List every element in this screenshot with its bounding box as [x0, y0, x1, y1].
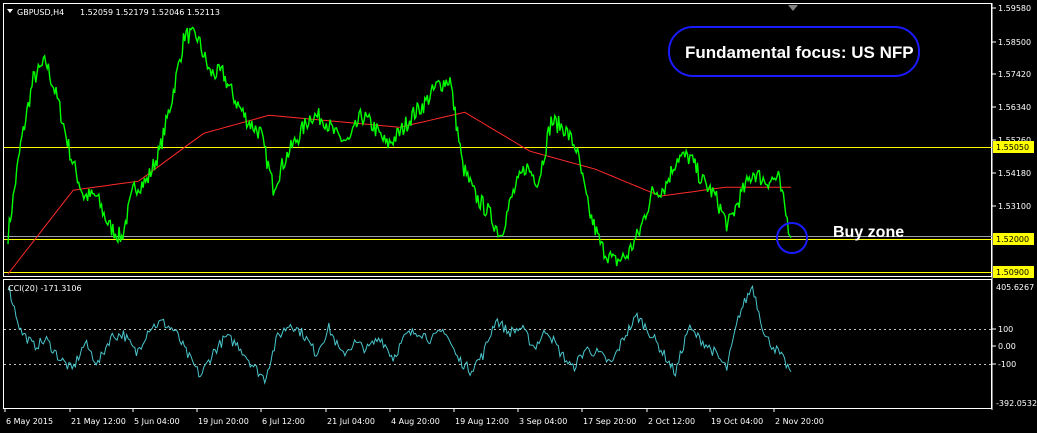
buy-zone-label: Buy zone: [833, 224, 904, 241]
time-label: 19 Aug 12:00: [455, 417, 509, 426]
svg-text:1.50900: 1.50900: [996, 268, 1029, 277]
menu-triangle-icon[interactable]: [7, 9, 13, 13]
svg-text:0.00: 0.00: [998, 342, 1016, 351]
cci-series-line[interactable]: [7, 284, 792, 385]
resistance-price-label: 1.55050: [993, 141, 1034, 153]
time-label: 2 Nov 20:00: [775, 417, 824, 426]
time-label: 19 Jun 20:00: [198, 417, 249, 426]
price-series-line[interactable]: [7, 26, 792, 267]
svg-text:1.57420: 1.57420: [998, 70, 1031, 79]
time-axis: 6 May 2015 21 May 12:00 5 Jun 04:00 19 Jun …: [4, 408, 824, 426]
price-axis: 1.59580 1.58500 1.57420 1.56340 1.55260 …: [992, 4, 1031, 211]
svg-text:1.56340: 1.56340: [998, 103, 1031, 112]
price-tick: 1.54180: [992, 169, 1031, 178]
time-label: 5 Jun 04:00: [134, 417, 180, 426]
svg-text:1.58500: 1.58500: [998, 38, 1031, 47]
shift-marker-icon[interactable]: [788, 5, 798, 11]
cci-tick: 405.6267: [996, 283, 1034, 292]
time-label: 2 Oct 12:00: [648, 417, 695, 426]
cci-tick: 0.00: [992, 342, 1016, 351]
time-label: 4 Aug 20:00: [391, 417, 440, 426]
svg-text:1.54180: 1.54180: [998, 169, 1031, 178]
time-label: 21 May 12:00: [71, 417, 126, 426]
svg-text:1.55050: 1.55050: [996, 143, 1029, 152]
chart-window[interactable]: GBPUSD,H4 1.52059 1.52179 1.52046 1.5211…: [0, 0, 1037, 433]
callout-title: Fundamental focus: US NFP: [685, 43, 914, 62]
price-tick: 1.53100: [992, 202, 1031, 211]
lower-price-label: 1.50900: [993, 266, 1034, 278]
cci-panel-frame: [3, 279, 992, 409]
support-price-label: 1.52000: [993, 233, 1034, 245]
cci-tick: -392.0532: [996, 399, 1037, 408]
moving-average-line[interactable]: [7, 111, 791, 275]
chart-symbol: GBPUSD,H4: [17, 8, 64, 17]
price-tick: 1.59580: [992, 4, 1031, 13]
cci-tick: 100: [992, 325, 1013, 334]
time-label: 6 May 2015: [6, 417, 53, 426]
time-label: 6 Jul 12:00: [262, 417, 305, 426]
buy-zone-circle[interactable]: [776, 222, 808, 254]
price-tick: 1.56340: [992, 103, 1031, 112]
svg-text:1.53100: 1.53100: [998, 202, 1031, 211]
chart-ohlc: 1.52059 1.52179 1.52046 1.52113: [80, 8, 220, 17]
svg-text:-392.0532: -392.0532: [996, 399, 1037, 408]
cci-tick: -100: [992, 360, 1016, 369]
time-label: 21 Jul 04:00: [327, 417, 375, 426]
svg-text:-100: -100: [998, 360, 1016, 369]
cci-axis: 405.6267 100 0.00 -100 -392.0532: [992, 283, 1037, 408]
svg-text:1.59580: 1.59580: [998, 4, 1031, 13]
price-tick: 1.57420: [992, 70, 1031, 79]
time-label: 17 Sep 20:00: [583, 417, 636, 426]
cci-label: CCI(20) -171.3106: [8, 284, 82, 293]
svg-text:405.6267: 405.6267: [996, 283, 1034, 292]
time-label: 3 Sep 04:00: [519, 417, 567, 426]
price-tick: 1.58500: [992, 38, 1031, 47]
time-label: 19 Oct 04:00: [711, 417, 763, 426]
svg-text:1.52000: 1.52000: [996, 235, 1029, 244]
svg-text:100: 100: [998, 325, 1013, 334]
